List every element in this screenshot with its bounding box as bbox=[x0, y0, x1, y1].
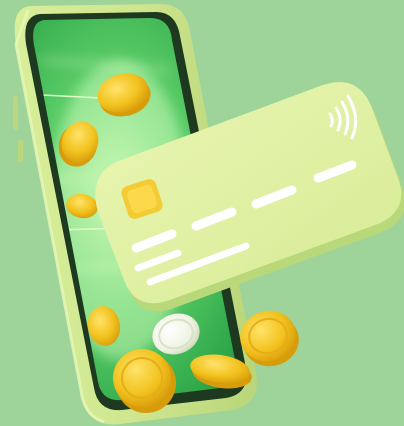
phone-payment-illustration bbox=[13, 4, 404, 425]
phone-side-button bbox=[18, 140, 23, 162]
scene bbox=[0, 0, 404, 426]
phone-side-button bbox=[13, 96, 18, 130]
